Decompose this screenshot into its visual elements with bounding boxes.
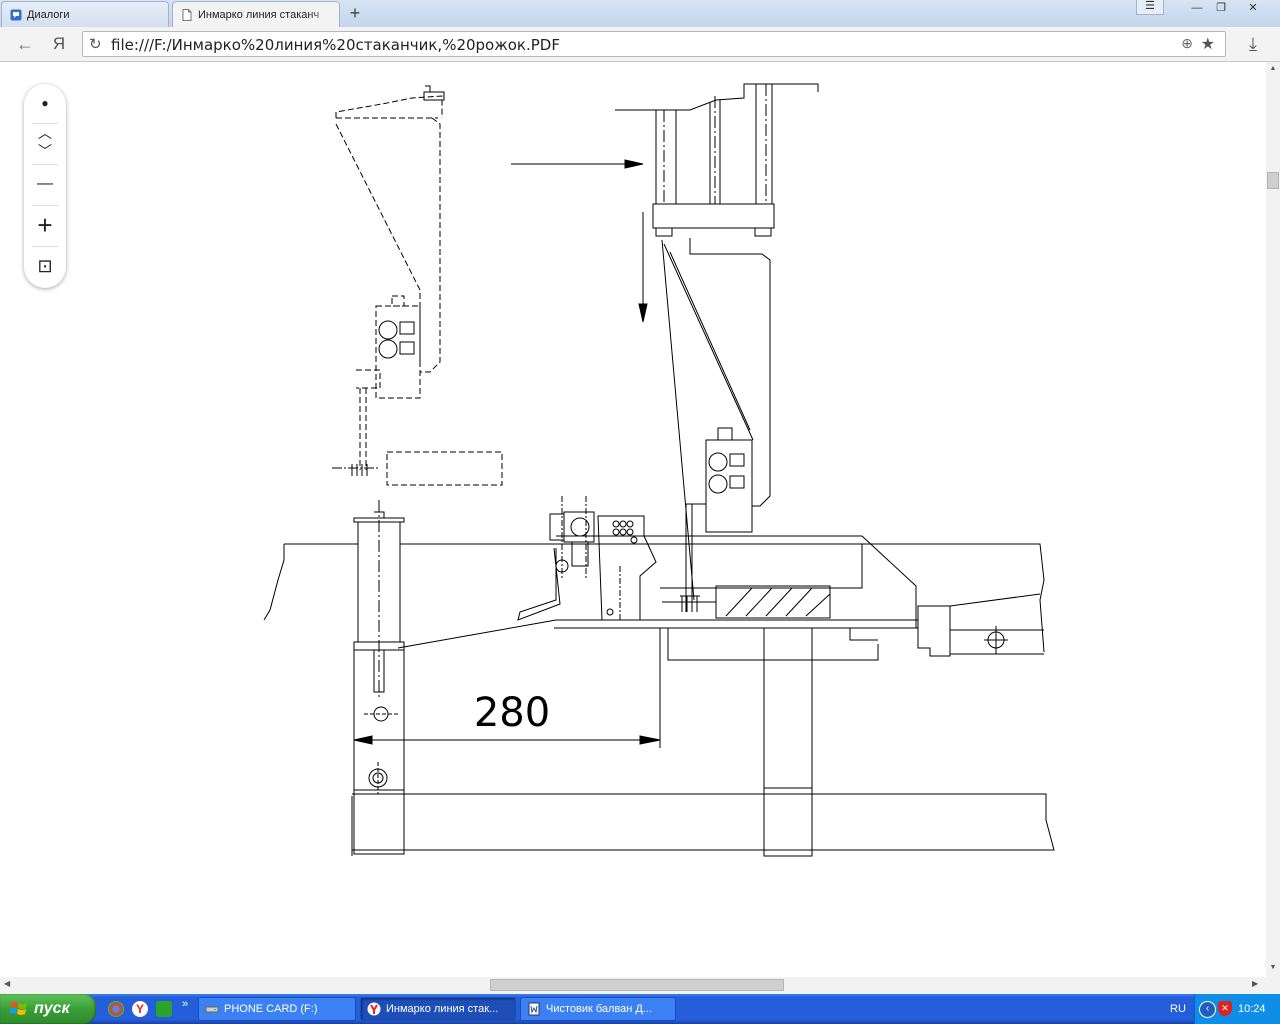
vertical-scrollbar[interactable]: ▲ ▼: [1266, 62, 1280, 977]
scroll-right-arrow-icon[interactable]: ▶: [1252, 979, 1258, 988]
page-dot-button[interactable]: ●: [24, 94, 66, 112]
zoom-icon[interactable]: ⊕: [1181, 35, 1193, 52]
direction-arrows: [511, 159, 648, 323]
page-up-button[interactable]: ︿: [24, 126, 66, 140]
scroll-down-arrow-icon[interactable]: ▼: [1266, 964, 1280, 971]
document-icon: [182, 9, 192, 21]
close-button[interactable]: ✕: [1240, 0, 1266, 17]
tab-strip: Диалоги Инмарко линия стаканч + ☰ — ❐ ✕: [0, 0, 1280, 28]
scrollbar-corner: [1266, 977, 1280, 994]
zoom-out-button[interactable]: —: [24, 172, 66, 196]
new-tab-button[interactable]: +: [344, 4, 366, 22]
download-button[interactable]: ⤓: [1242, 33, 1264, 55]
tab-label: Инмарко линия стаканч: [198, 9, 320, 21]
clock: 10:24: [1238, 1003, 1266, 1015]
tab-dialogs[interactable]: Диалоги: [1, 1, 169, 27]
pdf-viewer[interactable]: 280 ● ︿ ﹀ — + ⊡: [0, 62, 1266, 977]
technical-drawing: 280: [263, 83, 1055, 857]
taskbar-item-phone-card[interactable]: PHONE CARD (F:): [198, 997, 356, 1021]
windows-logo-icon: [10, 1002, 27, 1015]
chrome-icon[interactable]: [108, 1001, 124, 1017]
lever-clamp: [517, 496, 657, 621]
zoom-in-button[interactable]: +: [24, 212, 66, 238]
bottom-rails: [351, 627, 1055, 857]
app-launcher-icon[interactable]: [156, 1001, 172, 1017]
tray-arrow-icon[interactable]: ‹: [1199, 1001, 1216, 1018]
address-bar[interactable]: ↻ file:///F:/Инмарко%20линия%20стаканчик…: [82, 31, 1226, 57]
pdf-toolbar: ● ︿ ﹀ — + ⊡: [24, 84, 66, 288]
start-button[interactable]: пуск: [0, 994, 96, 1024]
bookmark-star-icon[interactable]: ★: [1201, 34, 1215, 54]
system-tray: ‹ ✕: [1194, 994, 1280, 1024]
fit-page-button[interactable]: ⊡: [24, 254, 66, 278]
page-down-button[interactable]: ﹀: [24, 144, 66, 158]
drive-icon: [205, 1006, 219, 1013]
tab-label: Диалоги: [27, 8, 70, 21]
taskbar-item-label: PHONE CARD (F:): [224, 1003, 318, 1015]
taskbar-item-label: Чистовик балван Д...: [546, 1003, 653, 1015]
taskbar-item-document[interactable]: Чистовик балван Д...: [520, 997, 676, 1021]
navigation-bar: ← Я ↻ file:///F:/Инмарко%20линия%20стака…: [0, 27, 1280, 62]
url-text[interactable]: file:///F:/Инмарко%20линия%20стаканчик,%…: [111, 36, 560, 54]
horizontal-scroll-thumb[interactable]: [490, 979, 784, 991]
horizontal-scrollbar[interactable]: ◀ ▶: [0, 977, 1266, 994]
yandex-button[interactable]: Я: [48, 33, 70, 55]
minimize-button[interactable]: —: [1184, 0, 1210, 17]
limit-switch: [680, 427, 753, 612]
phantom-details: [332, 85, 445, 476]
word-document-icon: [528, 1002, 540, 1016]
start-label: пуск: [34, 1000, 70, 1017]
yandex-browser-icon[interactable]: Y: [132, 1001, 148, 1017]
vertical-scroll-thumb[interactable]: [1267, 172, 1279, 189]
menu-button[interactable]: ☰: [1136, 0, 1164, 15]
language-indicator[interactable]: RU: [1170, 1003, 1186, 1015]
taskbar-item-pdf[interactable]: Инмарко линия стак...: [360, 997, 516, 1021]
left-post: [353, 500, 405, 855]
restore-button[interactable]: ❐: [1208, 0, 1234, 17]
column-housing: [615, 83, 819, 601]
yandex-browser-icon: [367, 1002, 381, 1016]
tab-pdf-document[interactable]: Инмарко линия стаканч: [172, 1, 340, 28]
taskbar-item-label: Инмарко линия стак...: [386, 1003, 499, 1015]
taskbar: пуск Y » PHONE CARD (F:) Инмарко линия с…: [0, 994, 1280, 1024]
reload-icon[interactable]: ↻: [89, 35, 102, 53]
quick-launch-more[interactable]: »: [182, 998, 188, 1010]
dialogs-icon: [10, 9, 22, 20]
dimension-label: 280: [474, 690, 550, 736]
scroll-up-arrow-icon[interactable]: ▲: [1266, 65, 1280, 72]
scroll-left-arrow-icon[interactable]: ◀: [4, 979, 10, 988]
tab-fade: [309, 2, 339, 28]
phantom-bracket: [335, 95, 503, 486]
main-beam: [263, 535, 1045, 661]
back-button[interactable]: ←: [14, 33, 36, 55]
antivirus-shield-icon[interactable]: ✕: [1218, 1001, 1232, 1016]
